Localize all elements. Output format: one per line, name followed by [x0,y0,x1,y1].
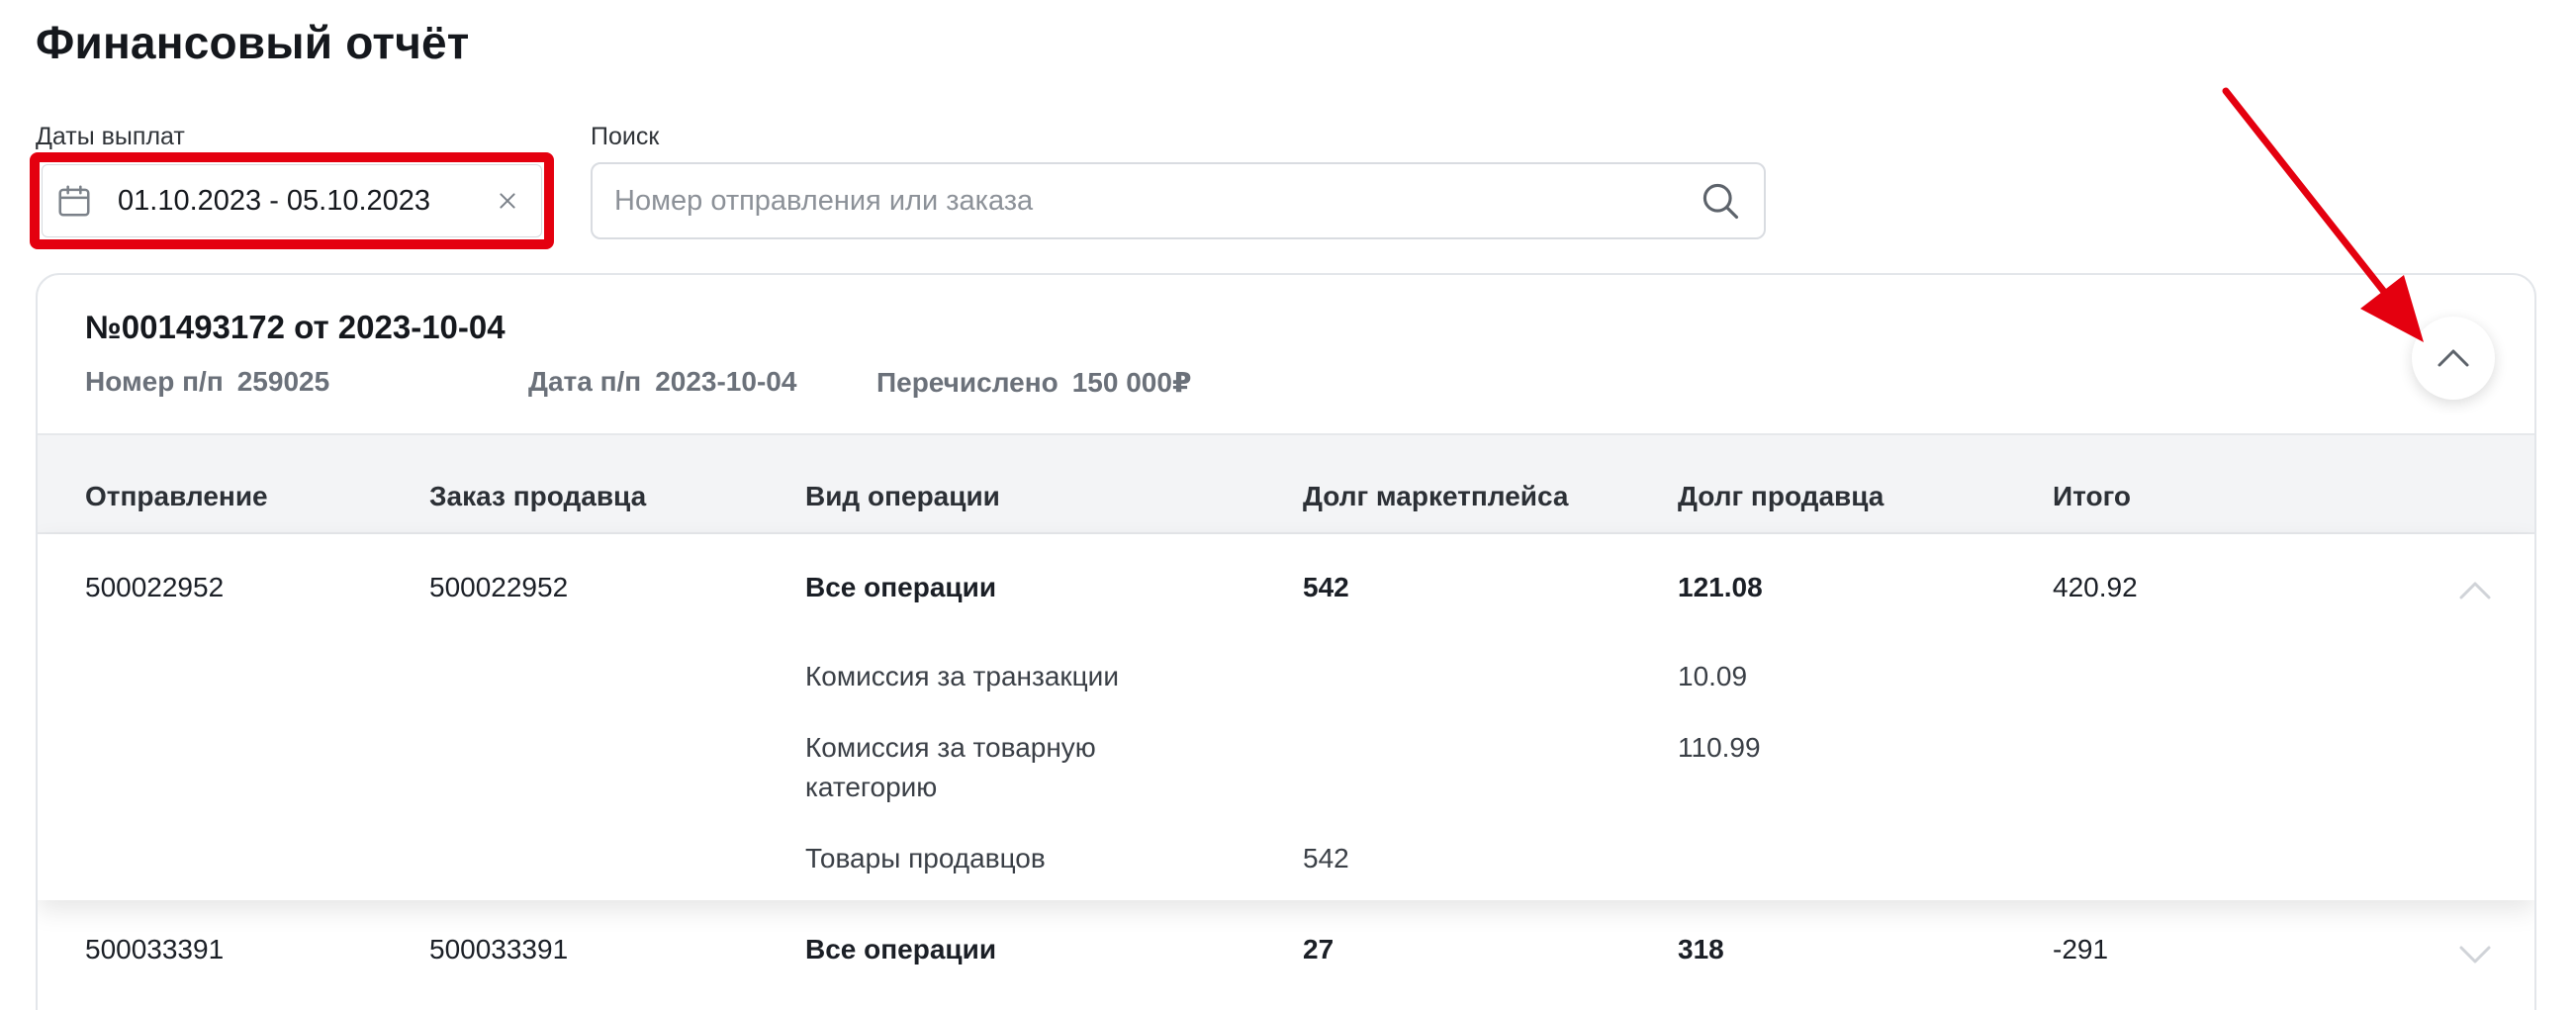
total-cell: 420.92 [2053,572,2138,602]
payment-card: №001493172 от 2023-10-04 Номер п/п 259025… [36,273,2536,1010]
detail-marketplace-debt: 542 [1303,843,1349,873]
marketplace-debt-cell: 542 [1303,572,1349,602]
pp-number-value: 259025 [236,366,330,397]
collapse-payment-button[interactable] [2412,317,2495,400]
col-shipment: Отправление [85,481,268,511]
operation-cell: Все операции [805,572,997,602]
detail-operation-line: Комиссия за товарную [805,732,1096,763]
detail-seller-debt: 10.09 [1678,661,1748,691]
search-icon[interactable] [1697,177,1744,225]
search-label: Поиск [591,123,660,150]
col-seller-order: Заказ продавца [429,481,647,511]
transferred-label: Перечислено [876,367,1058,398]
payment-header: №001493172 от 2023-10-04 Номер п/п 259025… [38,275,2534,435]
detail-operation: Комиссия за товарную категорию [805,728,1096,807]
col-operation: Вид операции [805,481,1000,511]
date-range-field[interactable]: 01.10.2023 - 05.10.2023 [42,164,542,237]
col-total: Итого [2053,481,2131,511]
operation-cell: Все операции [805,934,997,964]
page-title: Финансовый отчёт [36,17,470,68]
chevron-down-icon[interactable] [2455,944,2495,967]
table-row[interactable]: 500022952 500022952 Все операции 542 121… [38,534,2534,900]
search-field[interactable] [591,162,1766,239]
chevron-up-icon [2438,349,2469,367]
detail-seller-debt: 110.99 [1678,732,1761,763]
total-cell: -291 [2053,934,2109,964]
transferred-value: 150 000₽ [1071,367,1192,398]
table-row[interactable]: 500033391 500033391 Все операции 27 318 … [38,900,2534,1009]
table-header: Отправление Заказ продавца Вид операции … [38,435,2534,534]
marketplace-debt-cell: 27 [1303,934,1334,964]
detail-operation-line: категорию [805,772,938,802]
close-icon[interactable] [492,185,523,217]
pp-date: Дата п/п 2023-10-04 [528,366,796,398]
seller-debt-cell: 318 [1678,934,1724,964]
chevron-up-icon[interactable] [2455,578,2495,601]
pp-date-label: Дата п/п [528,366,642,397]
detail-operation: Товары продавцов [805,843,1046,873]
dates-label: Даты выплат [36,123,185,150]
seller-debt-cell: 121.08 [1678,572,1763,602]
order-cell: 500033391 [429,934,569,964]
col-seller-debt: Долг продавца [1678,481,1885,511]
transferred-amount: Перечислено 150 000₽ [876,366,1191,399]
order-cell: 500022952 [429,572,569,602]
shipment-cell: 500022952 [85,572,225,602]
payment-title: №001493172 от 2023-10-04 [85,309,506,345]
calendar-icon[interactable] [54,181,94,221]
col-marketplace-debt: Долг маркетплейса [1303,481,1569,511]
detail-operation: Комиссия за транзакции [805,661,1119,691]
pp-date-value: 2023-10-04 [655,366,797,397]
shipment-cell: 500033391 [85,934,225,964]
pp-number-label: Номер п/п [85,366,224,397]
pp-number: Номер п/п 259025 [85,366,329,398]
search-input[interactable] [614,184,1697,218]
date-range-value[interactable]: 01.10.2023 - 05.10.2023 [118,185,492,218]
